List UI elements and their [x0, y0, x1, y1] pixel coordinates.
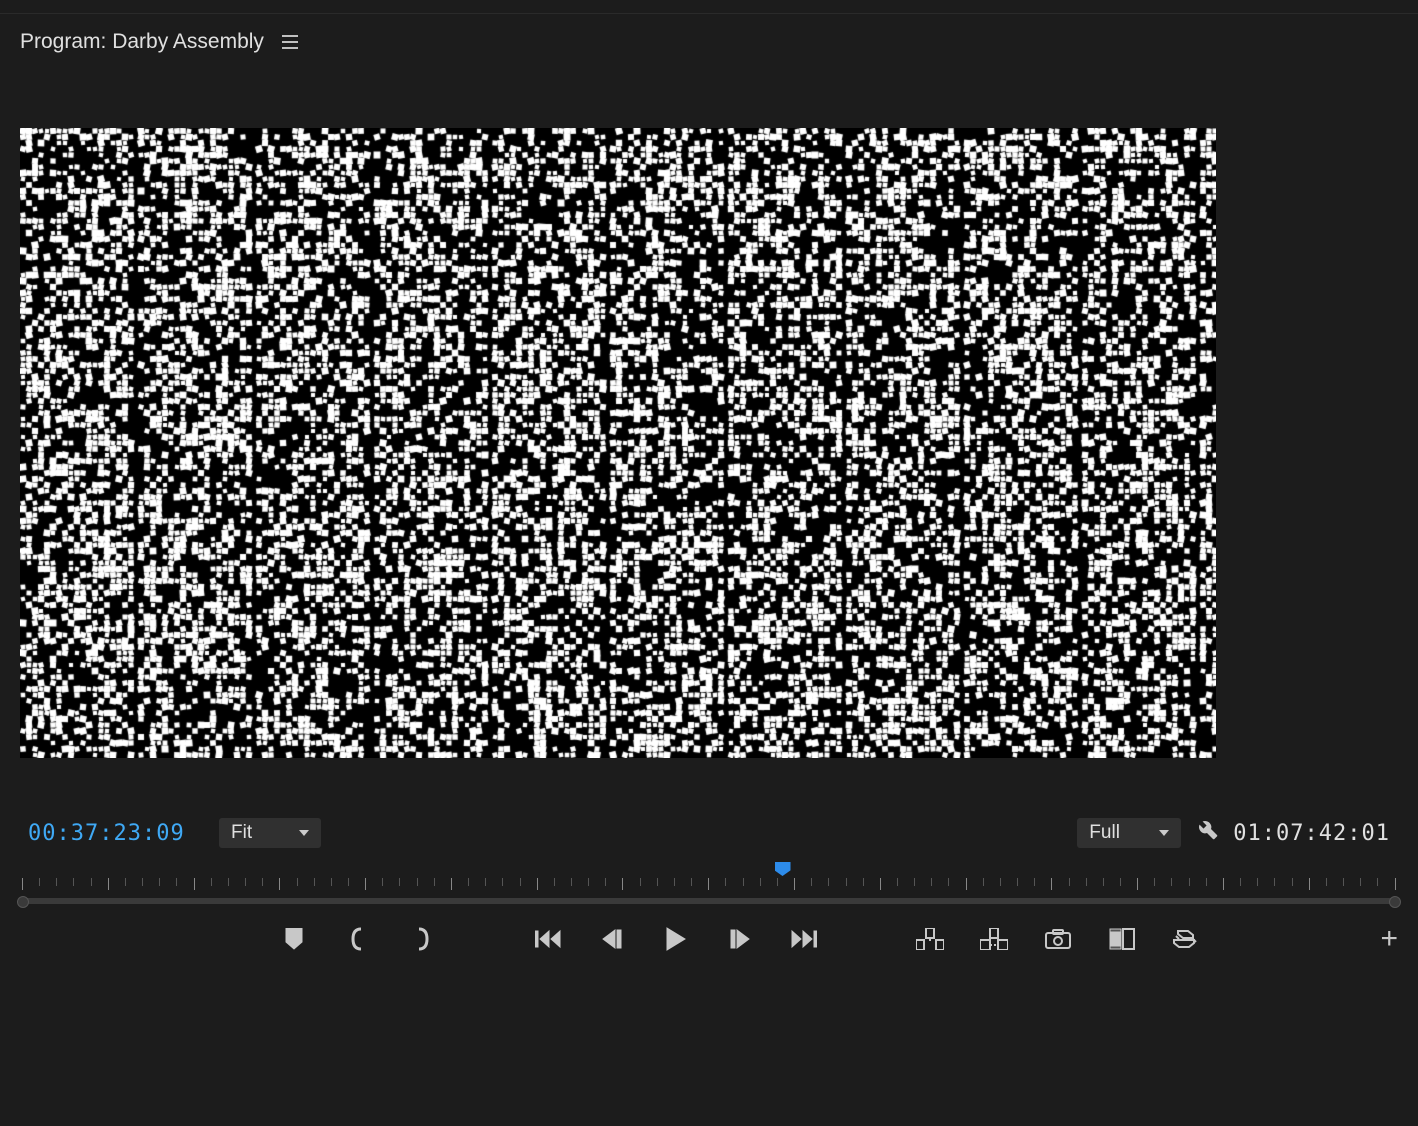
chevron-down-icon — [299, 830, 309, 836]
extract-button[interactable] — [980, 925, 1008, 953]
add-marker-button[interactable] — [280, 925, 308, 953]
transport-controls: + — [0, 922, 1398, 956]
panel-title: Program: Darby Assembly — [20, 30, 264, 54]
time-ruler[interactable] — [22, 878, 1396, 890]
mark-out-button[interactable] — [408, 925, 436, 953]
playhead[interactable] — [775, 862, 791, 876]
total-duration-timecode[interactable]: 01:07:42:01 — [1233, 821, 1390, 846]
preview-video-frame — [20, 128, 1216, 758]
playback-info-row: 00:37:23:09 Fit Full 01:07:42:01 — [0, 818, 1418, 848]
program-monitor-preview[interactable] — [20, 128, 1216, 758]
chevron-down-icon — [1159, 830, 1169, 836]
plus-icon: + — [1380, 922, 1398, 955]
zoom-scroll-bar[interactable] — [22, 898, 1396, 904]
go-to-out-button[interactable] — [790, 925, 818, 953]
playhead-indicator-icon — [775, 862, 791, 876]
timeline-scrub-area[interactable] — [22, 862, 1396, 910]
panel-menu-icon[interactable] — [282, 35, 298, 49]
play-button[interactable] — [662, 925, 690, 953]
playback-quality-dropdown[interactable]: Full — [1077, 818, 1181, 848]
export-frame-button[interactable] — [1044, 925, 1072, 953]
go-to-in-button[interactable] — [534, 925, 562, 953]
zoom-handle-left[interactable] — [17, 896, 29, 908]
settings-wrench-icon[interactable] — [1195, 818, 1219, 848]
current-timecode[interactable]: 00:37:23:09 — [28, 821, 213, 846]
mark-in-button[interactable] — [344, 925, 372, 953]
quality-value: Full — [1089, 822, 1120, 844]
step-forward-button[interactable] — [726, 925, 754, 953]
button-editor-add-button[interactable]: + — [1380, 922, 1398, 956]
toggle-proxies-button[interactable] — [1172, 925, 1200, 953]
panel-title-bar: Program: Darby Assembly — [20, 30, 298, 54]
lift-button[interactable] — [916, 925, 944, 953]
zoom-level-value: Fit — [231, 822, 252, 844]
panel-top-divider — [0, 13, 1418, 14]
comparison-view-button[interactable] — [1108, 925, 1136, 953]
zoom-handle-right[interactable] — [1389, 896, 1401, 908]
zoom-level-dropdown[interactable]: Fit — [219, 818, 321, 848]
step-back-button[interactable] — [598, 925, 626, 953]
